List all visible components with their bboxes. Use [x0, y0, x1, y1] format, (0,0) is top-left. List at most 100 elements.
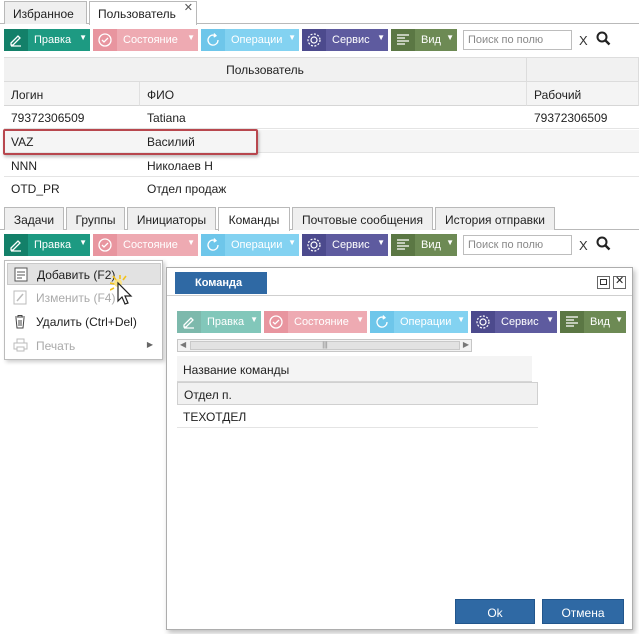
list-item[interactable]: Отдел п. — [177, 382, 538, 405]
trash-icon — [13, 314, 27, 332]
service-menu-label: Сервис — [501, 316, 539, 328]
edit-menu-button[interactable]: Правка ▼ — [4, 234, 90, 256]
commands-toolbar: Правка ▼ Состояние ▼ Операции ▼ Сервис ▼ Вид… — [4, 234, 639, 256]
cell-login: 79372306509 — [11, 111, 85, 125]
scrollbar-thumb[interactable]: ||| — [190, 341, 460, 350]
menu-item-print[interactable]: Печать ▶ — [7, 335, 161, 357]
menu-item-delete[interactable]: Удалить (Ctrl+Del) — [7, 311, 161, 333]
chevron-down-icon: ▼ — [250, 315, 258, 324]
clear-search-button[interactable]: X — [579, 33, 588, 48]
tab-mail-messages[interactable]: Почтовые сообщения — [292, 207, 433, 230]
gear-icon — [471, 311, 495, 333]
tab-tasks[interactable]: Задачи — [4, 207, 64, 230]
state-menu-label: Состояние — [294, 316, 349, 328]
gear-icon — [302, 234, 326, 256]
chevron-down-icon: ▼ — [187, 238, 195, 247]
operations-menu-label: Операции — [231, 239, 283, 251]
operations-menu-button[interactable]: Операции ▼ — [201, 29, 299, 51]
chevron-down-icon: ▼ — [79, 238, 87, 247]
column-header-fio[interactable]: ФИО — [140, 82, 527, 106]
tab-favorites[interactable]: Избранное — [4, 1, 87, 24]
column-header-login[interactable]: Логин — [4, 82, 140, 106]
chevron-down-icon: ▼ — [377, 33, 385, 42]
search-icon[interactable] — [596, 31, 611, 49]
state-menu-button[interactable]: Состояние ▼ — [93, 234, 198, 256]
edit-menu-button[interactable]: Правка ▼ — [4, 29, 90, 51]
refresh-icon — [201, 29, 225, 51]
toolbar-scrollbar[interactable]: ◀ ||| ▶ — [177, 339, 472, 352]
close-icon[interactable]: ✕ — [184, 1, 193, 14]
search-placeholder: Поиск по полю — [468, 34, 544, 46]
scroll-right-icon[interactable]: ▶ — [463, 340, 469, 349]
edit-menu-label: Правка — [207, 316, 245, 328]
column-header-work[interactable]: Рабочий — [527, 82, 639, 106]
state-menu-button[interactable]: Состояние ▼ — [264, 311, 367, 333]
search-field[interactable]: Поиск по полю — [463, 235, 572, 255]
close-icon[interactable]: ✕ — [613, 275, 626, 289]
cancel-button[interactable]: Отмена — [542, 599, 624, 624]
menu-item-label: Изменить (F4) — [36, 291, 116, 305]
list-view-icon — [560, 311, 584, 333]
users-grid: Пользователь Логин ФИО Рабочий 793723065… — [4, 57, 639, 196]
view-menu-button[interactable]: Вид ▼ — [560, 311, 626, 333]
pencil-icon — [4, 234, 28, 256]
list-item[interactable]: ТЕХОТДЕЛ — [177, 405, 538, 428]
main-toolbar: Правка ▼ Состояние ▼ Операции ▼ Сервис ▼ Вид… — [4, 29, 639, 51]
gear-icon — [302, 29, 326, 51]
service-menu-button[interactable]: Сервис ▼ — [302, 234, 388, 256]
chevron-down-icon: ▼ — [187, 33, 195, 42]
chevron-down-icon: ▼ — [377, 238, 385, 247]
dialog-toolbar: Правка ▼ Состояние ▼ Операции ▼ Сервис ▼ Вид… — [177, 311, 632, 333]
detail-tab-bar: Задачи Группы Инициаторы Команды Почтовы… — [0, 206, 639, 231]
table-row[interactable]: 79372306509 Tatiana 79372306509 — [4, 106, 639, 129]
list-view-icon — [391, 29, 415, 51]
grid-group-header-extra — [527, 58, 639, 82]
state-menu-button[interactable]: Состояние ▼ — [93, 29, 198, 51]
cell-fio: Отдел продаж — [147, 182, 227, 196]
menu-item-label: Добавить (F2) — [37, 268, 116, 282]
search-field[interactable]: Поиск по полю — [463, 30, 572, 50]
ok-button[interactable]: Ok — [455, 599, 535, 624]
tab-user-label: Пользователь — [98, 7, 176, 21]
operations-menu-button[interactable]: Операции ▼ — [201, 234, 299, 256]
service-menu-button[interactable]: Сервис ▼ — [471, 311, 557, 333]
view-menu-button[interactable]: Вид ▼ — [391, 234, 457, 256]
cell-fio: Николаев Н — [147, 159, 213, 173]
table-row[interactable]: NNN Николаев Н — [4, 154, 639, 177]
operations-menu-label: Операции — [231, 34, 283, 46]
column-header-command-name[interactable]: Название команды — [177, 356, 532, 382]
edit-menu-label: Правка — [34, 34, 72, 46]
chevron-down-icon: ▼ — [615, 315, 623, 324]
operations-menu-button[interactable]: Операции ▼ — [370, 311, 468, 333]
check-circle-icon — [93, 234, 117, 256]
tab-favorites-label: Избранное — [13, 7, 74, 21]
search-icon[interactable] — [596, 236, 611, 254]
pencil-icon — [13, 290, 27, 308]
search-placeholder: Поиск по полю — [468, 239, 544, 251]
operations-menu-label: Операции — [400, 316, 452, 328]
cell-login: OTD_PR — [11, 182, 60, 196]
cell-work: 79372306509 — [534, 111, 608, 125]
pencil-icon — [4, 29, 28, 51]
clear-search-button[interactable]: X — [579, 238, 588, 253]
view-menu-button[interactable]: Вид ▼ — [391, 29, 457, 51]
top-tab-bar: Избранное Пользователь ✕ — [0, 0, 639, 25]
tab-groups[interactable]: Группы — [66, 207, 125, 230]
tab-initiators[interactable]: Инициаторы — [127, 207, 216, 230]
table-row[interactable]: OTD_PR Отдел продаж — [4, 177, 639, 200]
chevron-down-icon: ▼ — [288, 238, 296, 247]
edit-menu-button[interactable]: Правка ▼ — [177, 311, 261, 333]
chevron-down-icon: ▼ — [457, 315, 465, 324]
scroll-left-icon[interactable]: ◀ — [180, 340, 186, 349]
maximize-icon[interactable] — [597, 276, 610, 289]
chevron-down-icon: ▼ — [446, 33, 454, 42]
service-menu-button[interactable]: Сервис ▼ — [302, 29, 388, 51]
grid-group-header: Пользователь — [4, 58, 527, 82]
view-menu-label: Вид — [421, 34, 441, 46]
state-menu-label: Состояние — [123, 239, 178, 251]
tab-commands[interactable]: Команды — [218, 207, 290, 231]
tab-send-history[interactable]: История отправки — [435, 207, 555, 230]
tab-user[interactable]: Пользователь ✕ — [89, 1, 197, 25]
submenu-arrow-icon: ▶ — [146, 340, 153, 349]
service-menu-label: Сервис — [332, 239, 370, 251]
